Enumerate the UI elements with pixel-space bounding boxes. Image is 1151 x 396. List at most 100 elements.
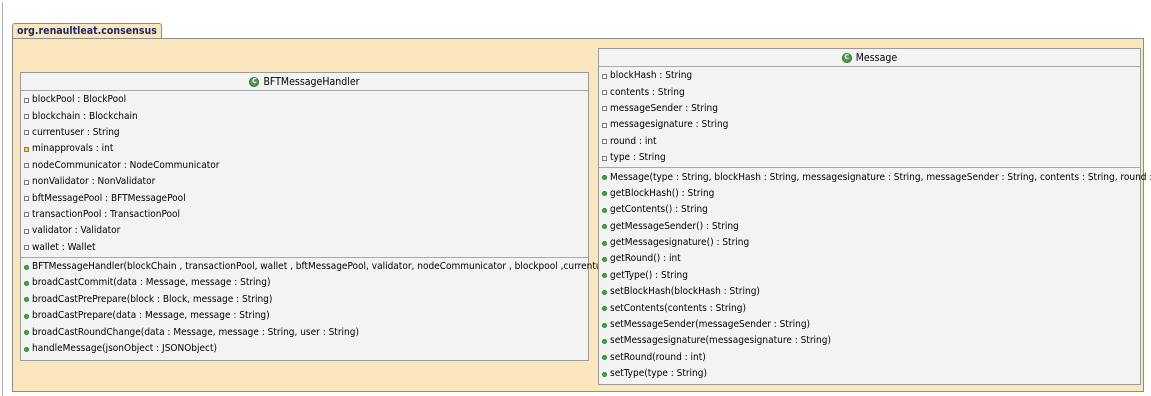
private-visibility-icon xyxy=(24,196,29,202)
class-method[interactable]: broadCastCommit(data : Message, message … xyxy=(21,275,588,291)
class-header: C Message xyxy=(599,49,1140,67)
class-field[interactable]: minapprovals : int xyxy=(21,141,588,157)
field-signature: type : String xyxy=(610,152,666,164)
field-signature: messagesignature : String xyxy=(610,119,729,131)
method-signature: setMessageSender(messageSender : String) xyxy=(610,319,811,331)
class-field[interactable]: blockPool : BlockPool xyxy=(21,92,588,108)
class-field[interactable]: nodeCommunicator : NodeCommunicator xyxy=(21,158,588,174)
class-method[interactable]: Message(type : String, blockHash : Strin… xyxy=(599,169,1151,185)
class-method[interactable]: broadCastPrepare(data : Message, message… xyxy=(21,308,588,324)
public-visibility-icon xyxy=(602,306,607,312)
public-visibility-icon xyxy=(602,191,607,197)
method-signature: handleMessage(jsonObject : JSONObject) xyxy=(32,343,218,355)
package-visibility-icon xyxy=(24,146,29,152)
class-field[interactable]: wallet : Wallet xyxy=(21,240,588,256)
method-signature: setType(type : String) xyxy=(610,368,707,380)
field-signature: validator : Validator xyxy=(32,225,121,237)
class-method[interactable]: setMessageSender(messageSender : String) xyxy=(599,317,1140,333)
class-field[interactable]: nonValidator : NonValidator xyxy=(21,174,588,190)
class-field[interactable]: validator : Validator xyxy=(21,223,588,239)
class-field[interactable]: currentuser : String xyxy=(21,125,588,141)
private-visibility-icon xyxy=(24,212,29,218)
canvas-left-edge xyxy=(2,2,12,396)
class-field[interactable]: contents : String xyxy=(599,84,1140,100)
method-signature: broadCastCommit(data : Message, message … xyxy=(32,277,271,289)
field-signature: bftMessagePool : BFTMessagePool xyxy=(32,192,186,204)
private-visibility-icon xyxy=(24,130,29,136)
field-signature: transactionPool : TransactionPool xyxy=(32,208,181,220)
public-visibility-icon xyxy=(24,330,29,336)
private-visibility-icon xyxy=(602,155,607,161)
method-signature: getBlockHash() : String xyxy=(610,187,715,199)
method-signature: setContents(contents : String) xyxy=(610,302,746,314)
class-field[interactable]: messagesignature : String xyxy=(599,117,1140,133)
field-signature: wallet : Wallet xyxy=(32,241,96,253)
class-method[interactable]: setType(type : String) xyxy=(599,366,1140,382)
class-method[interactable]: broadCastRoundChange(data : Message, mes… xyxy=(21,324,588,340)
class-method[interactable]: broadCastPrePrepare(block : Block, messa… xyxy=(21,292,588,308)
class-method[interactable]: getMessagesignature() : String xyxy=(599,235,1140,251)
public-visibility-icon xyxy=(602,240,607,246)
method-signature: getMessagesignature() : String xyxy=(610,237,750,249)
public-visibility-icon xyxy=(602,322,607,328)
method-signature: getContents() : String xyxy=(610,204,708,216)
public-visibility-icon xyxy=(602,224,607,230)
class-method[interactable]: getType() : String xyxy=(599,268,1140,284)
public-visibility-icon xyxy=(24,346,29,352)
class-method[interactable]: BFTMessageHandler(blockChain , transacti… xyxy=(21,259,619,275)
class-bftmessagehandler[interactable]: C BFTMessageHandler blockPool : BlockPoo… xyxy=(20,72,619,361)
class-name: BFTMessageHandler xyxy=(263,75,360,88)
class-field[interactable]: blockHash : String xyxy=(599,68,1140,84)
class-method[interactable]: getBlockHash() : String xyxy=(599,186,1140,202)
private-visibility-icon xyxy=(24,245,29,251)
class-method[interactable]: getMessageSender() : String xyxy=(599,219,1140,235)
class-field[interactable]: bftMessagePool : BFTMessagePool xyxy=(21,190,588,206)
private-visibility-icon xyxy=(24,228,29,234)
class-method[interactable]: setMessagesignature(messagesignature : S… xyxy=(599,333,1140,349)
public-visibility-icon xyxy=(24,280,29,286)
private-visibility-icon xyxy=(24,114,29,120)
methods-section: Message(type : String, blockHash : Strin… xyxy=(599,167,1151,383)
private-visibility-icon xyxy=(602,122,607,128)
fields-section: blockPool : BlockPool blockchain : Blockc… xyxy=(21,91,588,257)
class-field[interactable]: messageSender : String xyxy=(599,101,1140,117)
method-signature: getMessageSender() : String xyxy=(610,220,739,232)
method-signature: broadCastPrePrepare(block : Block, messa… xyxy=(32,293,273,305)
public-visibility-icon xyxy=(602,371,607,377)
field-signature: blockPool : BlockPool xyxy=(32,94,127,106)
field-signature: minapprovals : int xyxy=(32,143,114,155)
private-visibility-icon xyxy=(602,90,607,96)
field-signature: nodeCommunicator : NodeCommunicator xyxy=(32,159,220,171)
private-visibility-icon xyxy=(602,106,607,112)
class-method[interactable]: setBlockHash(blockHash : String) xyxy=(599,284,1140,300)
field-signature: contents : String xyxy=(610,86,685,98)
public-visibility-icon xyxy=(24,297,29,303)
field-signature: blockHash : String xyxy=(610,70,693,82)
class-method[interactable]: getContents() : String xyxy=(599,202,1140,218)
package-name: org.renaultleat.consensus xyxy=(17,25,157,37)
public-visibility-icon xyxy=(24,313,29,319)
methods-section: BFTMessageHandler(blockChain , transacti… xyxy=(21,256,619,358)
private-visibility-icon xyxy=(24,97,29,103)
class-field[interactable]: round : int xyxy=(599,134,1140,150)
field-signature: round : int xyxy=(610,135,657,147)
public-visibility-icon xyxy=(602,256,607,262)
public-visibility-icon xyxy=(24,264,29,270)
class-icon: C xyxy=(841,52,852,63)
field-signature: currentuser : String xyxy=(32,126,120,138)
field-signature: nonValidator : NonValidator xyxy=(32,176,156,188)
class-message[interactable]: C Message blockHash : String contents : S… xyxy=(598,48,1151,385)
class-method[interactable]: getRound() : int xyxy=(599,251,1140,267)
class-field[interactable]: type : String xyxy=(599,150,1140,166)
private-visibility-icon xyxy=(602,73,607,79)
method-signature: BFTMessageHandler(blockChain , transacti… xyxy=(32,261,620,273)
class-method[interactable]: handleMessage(jsonObject : JSONObject) xyxy=(21,341,588,357)
class-method[interactable]: setContents(contents : String) xyxy=(599,300,1140,316)
method-signature: setRound(round : int) xyxy=(610,351,706,363)
class-field[interactable]: blockchain : Blockchain xyxy=(21,108,588,124)
class-method[interactable]: setRound(round : int) xyxy=(599,350,1140,366)
package-tab[interactable]: org.renaultleat.consensus xyxy=(12,23,162,39)
class-field[interactable]: transactionPool : TransactionPool xyxy=(21,207,588,223)
method-signature: Message(type : String, blockHash : Strin… xyxy=(610,171,1151,183)
private-visibility-icon xyxy=(24,179,29,185)
